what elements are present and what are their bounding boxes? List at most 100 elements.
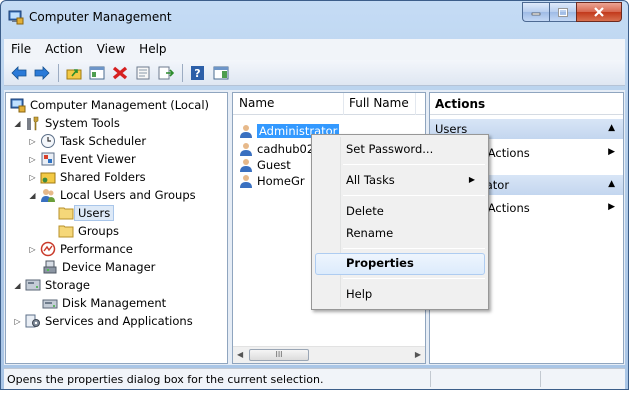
tree-item-groups[interactable]: Groups (58, 222, 119, 240)
context-item-set-password[interactable]: Set Password... (315, 139, 485, 161)
submenu-arrow-icon: ▶ (608, 202, 615, 212)
user-icon (239, 173, 255, 189)
context-separator (343, 248, 485, 249)
tree-item-task-scheduler[interactable]: ▷ Task Scheduler (27, 132, 146, 150)
tree-item-local-users-and-groups[interactable]: ◢ Local Users and Groups (27, 186, 196, 204)
delete-button[interactable] (109, 62, 131, 84)
minimize-button[interactable] (522, 2, 549, 22)
status-text: Opens the properties dialog box for the … (7, 373, 324, 386)
disk-management-icon (42, 295, 58, 311)
properties-button[interactable] (132, 62, 154, 84)
scroll-left-icon[interactable]: ◀ (237, 350, 243, 359)
collapsed-arrow-icon[interactable]: ▷ (12, 317, 23, 326)
submenu-arrow-icon: ▶ (468, 175, 475, 184)
status-divider (540, 371, 541, 387)
menu-help[interactable]: Help (132, 39, 173, 60)
delete-icon (112, 66, 128, 79)
horizontal-scrollbar[interactable]: ◀ III ▶ (233, 346, 425, 363)
close-button[interactable] (576, 2, 622, 22)
tree-item-storage[interactable]: ◢ Storage (12, 276, 90, 294)
collapsed-arrow-icon[interactable]: ▷ (27, 173, 38, 182)
toolbar-separator (58, 63, 59, 82)
tree-item-computer-management[interactable]: Computer Management (Local) (10, 96, 209, 114)
tree-item-label: Event Viewer (60, 152, 136, 166)
storage-icon (25, 277, 41, 293)
list-item-homegroup[interactable]: HomeGr (239, 172, 305, 189)
collapsed-arrow-icon[interactable]: ▷ (27, 155, 38, 164)
context-menu: Set Password... All Tasks ▶ Delete Renam… (311, 134, 489, 310)
device-manager-icon (42, 259, 58, 275)
window-title: Computer Management (29, 10, 172, 24)
tree-item-event-viewer[interactable]: ▷ Event Viewer (27, 150, 136, 168)
column-header-full-name[interactable]: Full Name (349, 96, 409, 110)
context-item-delete[interactable]: Delete (315, 201, 485, 223)
services-icon (25, 313, 41, 329)
performance-icon (40, 241, 56, 257)
show-action-pane-button[interactable] (210, 62, 232, 84)
back-button[interactable] (8, 62, 30, 84)
tree-item-users[interactable]: Users (58, 204, 115, 222)
tree-item-label: Services and Applications (45, 314, 193, 328)
menu-action[interactable]: Action (38, 39, 90, 60)
context-item-help[interactable]: Help (315, 284, 485, 306)
column-divider[interactable] (343, 93, 344, 115)
expanded-arrow-icon[interactable]: ◢ (27, 191, 38, 200)
tree-item-services-and-applications[interactable]: ▷ Services and Applications (12, 312, 193, 330)
computer-management-icon (10, 97, 26, 113)
list-item-cadhub02[interactable]: cadhub02 (239, 140, 314, 157)
show-hide-tree-icon (89, 66, 105, 79)
properties-icon (136, 66, 150, 79)
show-action-pane-icon (213, 66, 229, 79)
toolbar: ? (4, 60, 625, 86)
scroll-thumb[interactable]: III (249, 349, 309, 361)
menu-bar: File Action View Help (4, 39, 625, 60)
tree-item-label: Task Scheduler (60, 134, 147, 148)
context-item-label: All Tasks (346, 173, 395, 187)
context-item-rename[interactable]: Rename (315, 223, 485, 245)
tree-item-disk-management[interactable]: Disk Management (42, 294, 166, 312)
collapse-up-icon[interactable]: ▲ (608, 179, 615, 189)
collapsed-arrow-icon[interactable]: ▷ (27, 245, 38, 254)
tree-item-label: Disk Management (62, 296, 167, 310)
toolbar-separator (182, 63, 183, 82)
console-tree-pane: Computer Management (Local) ◢ System Too… (5, 92, 228, 364)
expanded-arrow-icon[interactable]: ◢ (12, 281, 23, 290)
up-one-level-button[interactable] (63, 62, 85, 84)
context-item-all-tasks[interactable]: All Tasks ▶ (315, 170, 485, 192)
tree-item-performance[interactable]: ▷ Performance (27, 240, 133, 258)
column-header-name[interactable]: Name (239, 96, 274, 110)
context-separator (343, 164, 485, 165)
collapsed-arrow-icon[interactable]: ▷ (27, 137, 38, 146)
menu-file[interactable]: File (4, 39, 38, 60)
submenu-arrow-icon: ▶ (608, 147, 615, 157)
status-bar: Opens the properties dialog box for the … (4, 368, 625, 389)
up-folder-icon (66, 68, 82, 79)
export-list-button[interactable] (155, 62, 177, 84)
context-item-properties[interactable]: Properties (315, 253, 485, 275)
status-divider (430, 371, 431, 387)
context-separator (343, 278, 485, 279)
tree-item-device-manager[interactable]: Device Manager (42, 258, 155, 276)
scroll-right-icon[interactable]: ▶ (415, 350, 421, 359)
menu-view[interactable]: View (90, 39, 132, 60)
expanded-arrow-icon[interactable]: ◢ (12, 119, 23, 128)
column-divider[interactable] (415, 93, 416, 115)
tree-item-label: Users (74, 205, 115, 221)
tree-item-system-tools[interactable]: ◢ System Tools (12, 114, 120, 132)
show-hide-tree-button[interactable] (86, 62, 108, 84)
collapse-up-icon[interactable]: ▲ (608, 123, 615, 133)
folder-icon (58, 205, 74, 221)
caption-buttons (522, 2, 622, 22)
forward-button[interactable] (31, 62, 53, 84)
export-list-icon (158, 66, 174, 79)
close-icon (594, 7, 604, 17)
list-item-guest[interactable]: Guest (239, 156, 291, 173)
user-name: Guest (257, 157, 291, 172)
tree-item-shared-folders[interactable]: ▷ Shared Folders (27, 168, 145, 186)
help-button[interactable]: ? (187, 62, 209, 84)
title-bar[interactable]: Computer Management (1, 1, 628, 35)
maximize-button[interactable] (549, 2, 576, 22)
tree-item-label: Storage (45, 278, 90, 292)
tree-item-label: Performance (60, 242, 133, 256)
user-name: cadhub02 (257, 141, 315, 156)
